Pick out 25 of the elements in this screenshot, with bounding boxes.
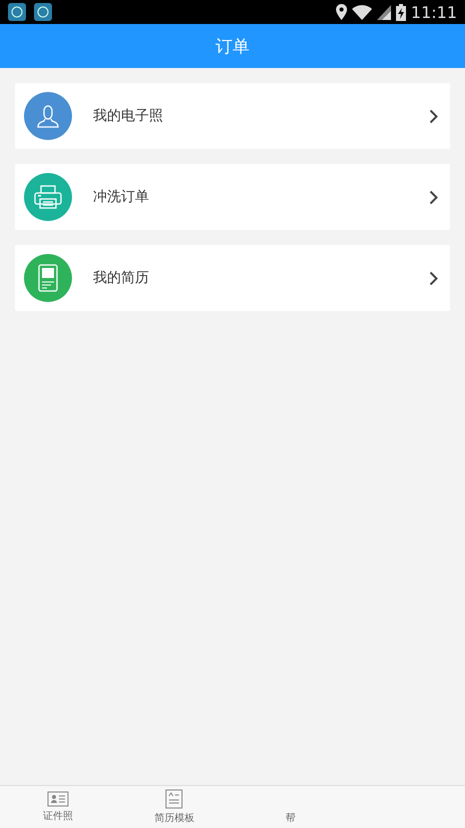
wifi-icon [352,4,372,20]
document-icon [165,789,184,809]
app-icon [8,3,26,21]
menu-item[interactable]: 我的简历 [15,245,450,311]
id-card-icon [47,791,70,807]
location-icon [336,4,347,20]
app-icon [34,3,52,21]
menu-item[interactable]: 冲洗订单 [15,164,450,230]
person-icon [35,103,61,129]
tab[interactable]: 帮 [232,786,349,828]
tab[interactable]: 简历模板 [116,786,232,828]
menu-item-label: 我的电子照 [93,107,164,125]
tab[interactable]: 证件照 [0,786,116,828]
battery-icon [396,4,406,20]
clock-time: 11:11 [410,2,457,22]
menu-item-label: 冲洗订单 [93,188,150,206]
menu-item[interactable]: 我的电子照 [15,83,450,149]
chevron-right-icon [429,190,438,204]
printer-icon [33,184,63,210]
page-title: 订单 [216,36,250,58]
signal-icon [376,4,391,20]
chevron-right-icon [429,270,438,286]
document-icon [37,263,59,293]
chevron-right-icon [429,108,438,124]
menu-item-label: 我的简历 [93,269,150,287]
